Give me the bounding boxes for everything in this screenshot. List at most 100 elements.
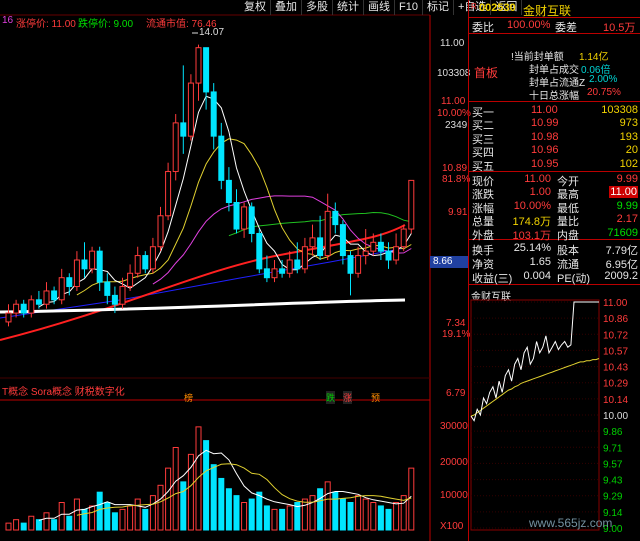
event-marker-rise[interactable]: 涨 (343, 391, 353, 404)
mini-axis-label: 9.86 (603, 427, 623, 438)
volume-bar (157, 484, 164, 531)
candle-down (263, 268, 270, 279)
axis-pct-2: 81.8% (442, 174, 471, 185)
stock-code: 002530 (479, 2, 516, 14)
candle-down (66, 277, 73, 288)
candle-up (119, 286, 126, 305)
volume-bar (119, 508, 126, 531)
volume-bar (301, 498, 308, 531)
fund-value: 0.004 (523, 269, 551, 282)
volume-bar (81, 508, 88, 531)
toolbar-draw-line[interactable]: 画线 (364, 0, 395, 15)
volume-bar (35, 519, 42, 531)
volume-bar (286, 505, 293, 531)
volume-bar (28, 515, 35, 531)
mini-axis-label: 11.00 (603, 298, 628, 309)
volume-bar (66, 515, 73, 531)
volume-bar (362, 498, 369, 531)
volume-bar (256, 491, 263, 531)
candle-down (35, 299, 42, 305)
buy-level-row[interactable]: 买三 10.98 193 (469, 130, 640, 146)
fund-value: 1.65 (529, 255, 551, 268)
quote-stat-row: 涨跌 1.00 最高 11.00 (469, 186, 640, 201)
buy-level-row[interactable]: 买四 10.96 20 (469, 144, 640, 159)
buy-level-row[interactable]: 买五 10.95 102 (469, 158, 640, 173)
candle-up (241, 206, 248, 230)
volume-bar (279, 508, 286, 531)
toolbar-restore-rights[interactable]: 复权 (240, 0, 271, 15)
buy-level-qty: 193 (619, 130, 638, 143)
volume-bar (317, 488, 324, 531)
buy-level-price: 11.00 (531, 104, 558, 116)
buy-level-label: 买五 (472, 160, 494, 173)
candle-up (127, 272, 134, 288)
volume-bar (347, 502, 354, 531)
vol-axis-10000: 10000 (440, 490, 468, 501)
volume-bar (225, 488, 232, 531)
axis-price-3: 9.91 (448, 207, 468, 218)
candle-down (294, 259, 301, 270)
toolbar-statistics[interactable]: 统计 (333, 0, 364, 15)
volume-bar (111, 512, 118, 531)
stat-value: 9.99 (616, 173, 638, 185)
mini-axis-label: 10.43 (603, 363, 628, 374)
candle-down (218, 135, 225, 181)
kline-chart-area[interactable]: 16 涨停价: 11.00 跌停价: 9.00 流通市值: 76.46 14.0… (0, 0, 471, 541)
volume-bar (241, 502, 248, 531)
stat-value: 11.00 (524, 173, 551, 185)
axis-price-5: 6.79 (446, 388, 466, 399)
buy-level-row[interactable]: 买二 10.99 973 (469, 117, 640, 132)
crosshair-price-tag: 8.66 (430, 256, 468, 268)
toolbar-mark[interactable]: 标记 (423, 0, 454, 15)
volume-bar (58, 502, 65, 531)
candle-up (370, 241, 377, 252)
candle-up (58, 277, 65, 301)
mini-axis-label: 10.57 (603, 346, 628, 357)
buy-level-row[interactable]: 买一 11.00 103308 (469, 104, 640, 119)
event-marker-forecast[interactable]: 预 (371, 391, 380, 404)
candle-up (362, 250, 369, 257)
quote-stat-row: 总量 174.8万 量比 2.17 (469, 213, 640, 228)
candle-up (301, 246, 308, 270)
candle-up (393, 246, 400, 261)
volume-bar (355, 495, 362, 531)
fund-label: PE(动) (557, 272, 590, 285)
event-marker-fall[interactable]: 跌 (326, 391, 336, 404)
candle-down (385, 250, 392, 261)
candle-up (195, 47, 202, 84)
volume-bar (271, 508, 278, 531)
volume-bar (142, 508, 149, 531)
buy-level-qty: 20 (625, 144, 638, 157)
volume-bar (377, 505, 384, 531)
buy-level-qty: 973 (619, 117, 638, 130)
axis-price-4: 7.34 (446, 318, 466, 329)
stat-value: 1.00 (529, 186, 551, 199)
volume-bar (89, 505, 96, 531)
fundamental-row: 净资 1.65 流通 6.95亿 (469, 255, 640, 271)
intraday-mini-chart[interactable]: 11.00 10.86 10.72 10.57 10.43 10.29 10.14 10.00… (469, 290, 640, 540)
volume-bar (309, 495, 316, 531)
candle-up (73, 259, 80, 288)
volume-bar (187, 453, 194, 531)
volume-bar (203, 440, 210, 531)
volume-bar (195, 426, 202, 531)
toolbar-f10[interactable]: F10 (395, 0, 423, 15)
candle-up (134, 255, 141, 274)
quote-stat-row: 外盘 103.1万 内盘 71609 (469, 227, 640, 242)
mini-avg-line (470, 358, 600, 417)
ma5-line (38, 95, 412, 308)
event-marker-list[interactable]: 榜 (184, 391, 193, 404)
candle-down (51, 290, 58, 301)
buy-level-price: 10.99 (531, 117, 559, 130)
candle-up (408, 179, 415, 230)
fundamental-row: 收益(三) 0.004 PE(动) 2009.2 (469, 269, 640, 285)
candle-down (248, 206, 255, 234)
axis-volume-mark: 2349 (445, 120, 468, 131)
toolbar-multi-stock[interactable]: 多股 (302, 0, 333, 15)
toolbar-overlay[interactable]: 叠加 (271, 0, 302, 15)
peak-price-label: 14.07 (199, 27, 225, 38)
volume-bar (339, 498, 346, 531)
seal-value-2: 2.00% (589, 74, 618, 85)
seal-value-3: 20.75% (587, 87, 621, 98)
candle-down (81, 259, 88, 270)
